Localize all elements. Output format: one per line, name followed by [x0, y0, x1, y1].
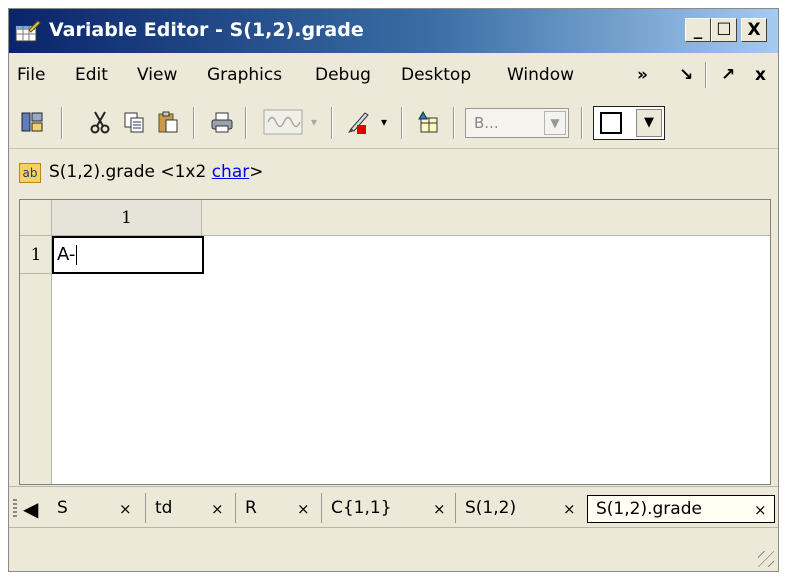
- plot-icon: [257, 107, 309, 137]
- border-square-icon: [600, 112, 622, 134]
- close-icon: X: [747, 20, 761, 40]
- column-header[interactable]: 1: [52, 200, 202, 236]
- workspace-icon[interactable]: [17, 107, 47, 137]
- menu-file[interactable]: File: [17, 65, 45, 85]
- window-title: Variable Editor - S(1,2).grade: [49, 19, 364, 41]
- tab-separator: [455, 493, 456, 523]
- brush-dropdown-icon[interactable]: ▾: [377, 107, 391, 137]
- tab-r[interactable]: R ×: [237, 495, 321, 523]
- toolbar-separator: [581, 107, 583, 139]
- tab-label: S: [57, 498, 68, 518]
- toolbar: ▾ ▾ B... ▼ ▼: [9, 97, 778, 147]
- grip-icon[interactable]: [13, 499, 17, 519]
- paste-icon[interactable]: [153, 107, 183, 137]
- chevron-down-icon: ▼: [544, 111, 566, 135]
- variable-size-prefix: <1x2: [160, 162, 212, 182]
- variable-size-suffix: >: [249, 162, 264, 182]
- brush-icon[interactable]: [343, 107, 373, 137]
- tab-s12[interactable]: S(1,2) ×: [457, 495, 583, 523]
- tab-td[interactable]: td ×: [147, 495, 235, 523]
- tab-label: R: [245, 498, 257, 518]
- tab-close-icon[interactable]: ×: [563, 500, 576, 518]
- minimize-icon: _: [693, 20, 703, 40]
- char-type-icon: ab: [19, 163, 41, 183]
- tab-close-icon[interactable]: ×: [297, 500, 310, 518]
- plot-dropdown-icon: ▾: [310, 115, 318, 129]
- tab-label: S(1,2): [465, 498, 517, 518]
- close-window-button[interactable]: X: [741, 18, 767, 42]
- tab-label: td: [155, 498, 173, 518]
- resize-grip-icon[interactable]: [758, 551, 774, 567]
- menu-separator: [705, 62, 707, 88]
- toolbar-separator: [61, 107, 63, 139]
- title-bar[interactable]: Variable Editor - S(1,2).grade _ ☐ X: [9, 9, 778, 53]
- tab-separator: [321, 493, 322, 523]
- dock-icon[interactable]: ↗: [721, 65, 735, 85]
- copy-icon[interactable]: [119, 107, 149, 137]
- tab-label: C{1,1}: [331, 498, 392, 518]
- maximize-icon: ☐: [716, 20, 732, 40]
- font-select-value: B...: [474, 114, 499, 132]
- chevron-down-icon: ▼: [636, 109, 662, 137]
- toolbar-separator: [331, 107, 333, 139]
- data-grid[interactable]: 1 1 A-: [19, 199, 771, 485]
- variable-descriptor: S(1,2).grade <1x2 char>: [49, 162, 263, 182]
- border-select[interactable]: ▼: [593, 106, 665, 140]
- menu-view[interactable]: View: [137, 65, 177, 85]
- tab-separator: [235, 493, 236, 523]
- cut-icon[interactable]: [85, 107, 115, 137]
- toolbar-separator: [401, 107, 403, 139]
- tab-s12-grade[interactable]: S(1,2).grade ×: [587, 495, 775, 523]
- toolbar-separator: [245, 107, 247, 139]
- tab-close-icon[interactable]: ×: [433, 500, 446, 518]
- variable-editor-window: Variable Editor - S(1,2).grade _ ☐ X Fil…: [8, 8, 779, 572]
- tab-close-icon[interactable]: ×: [211, 500, 224, 518]
- tab-close-icon[interactable]: ×: [754, 501, 767, 519]
- tab-s[interactable]: S ×: [49, 495, 145, 523]
- variable-info-bar: ab S(1,2).grade <1x2 char>: [9, 148, 778, 195]
- font-select[interactable]: B... ▼: [465, 108, 569, 138]
- close-editor-icon[interactable]: x: [755, 65, 766, 85]
- text-caret: [76, 245, 78, 265]
- new-variable-icon[interactable]: [413, 107, 443, 137]
- document-tab-bar: ◀ S × td × R × C{1,1} × S(1,2) × S(1,2).…: [9, 486, 778, 529]
- toolbar-separator: [453, 107, 455, 139]
- menu-bar: File Edit View Graphics Debug Desktop Wi…: [9, 54, 778, 96]
- variable-name: S(1,2).grade: [49, 162, 155, 182]
- print-icon[interactable]: [207, 107, 237, 137]
- status-bar: [9, 527, 778, 571]
- tab-label: S(1,2).grade: [596, 499, 702, 519]
- grid-cell-editing[interactable]: A-: [52, 236, 204, 274]
- toolbar-separator: [193, 107, 195, 139]
- variable-type-link[interactable]: char: [212, 162, 250, 182]
- menu-edit[interactable]: Edit: [75, 65, 108, 85]
- maximize-button[interactable]: ☐: [711, 18, 737, 42]
- row-header[interactable]: 1: [20, 236, 52, 274]
- tab-close-icon[interactable]: ×: [119, 500, 132, 518]
- scroll-left-icon[interactable]: ◀: [23, 497, 38, 521]
- undock-icon[interactable]: ↘: [679, 65, 693, 85]
- menu-desktop[interactable]: Desktop: [401, 65, 471, 85]
- menu-graphics[interactable]: Graphics: [207, 65, 282, 85]
- menu-debug[interactable]: Debug: [315, 65, 371, 85]
- tab-separator: [145, 493, 146, 523]
- tab-c11[interactable]: C{1,1} ×: [323, 495, 455, 523]
- menu-window[interactable]: Window: [507, 65, 574, 85]
- grid-corner[interactable]: [20, 200, 52, 236]
- cell-value: A-: [57, 244, 76, 265]
- variable-editor-icon: [15, 20, 41, 42]
- minimize-button[interactable]: _: [685, 18, 711, 42]
- menu-overflow-icon[interactable]: »: [637, 65, 648, 85]
